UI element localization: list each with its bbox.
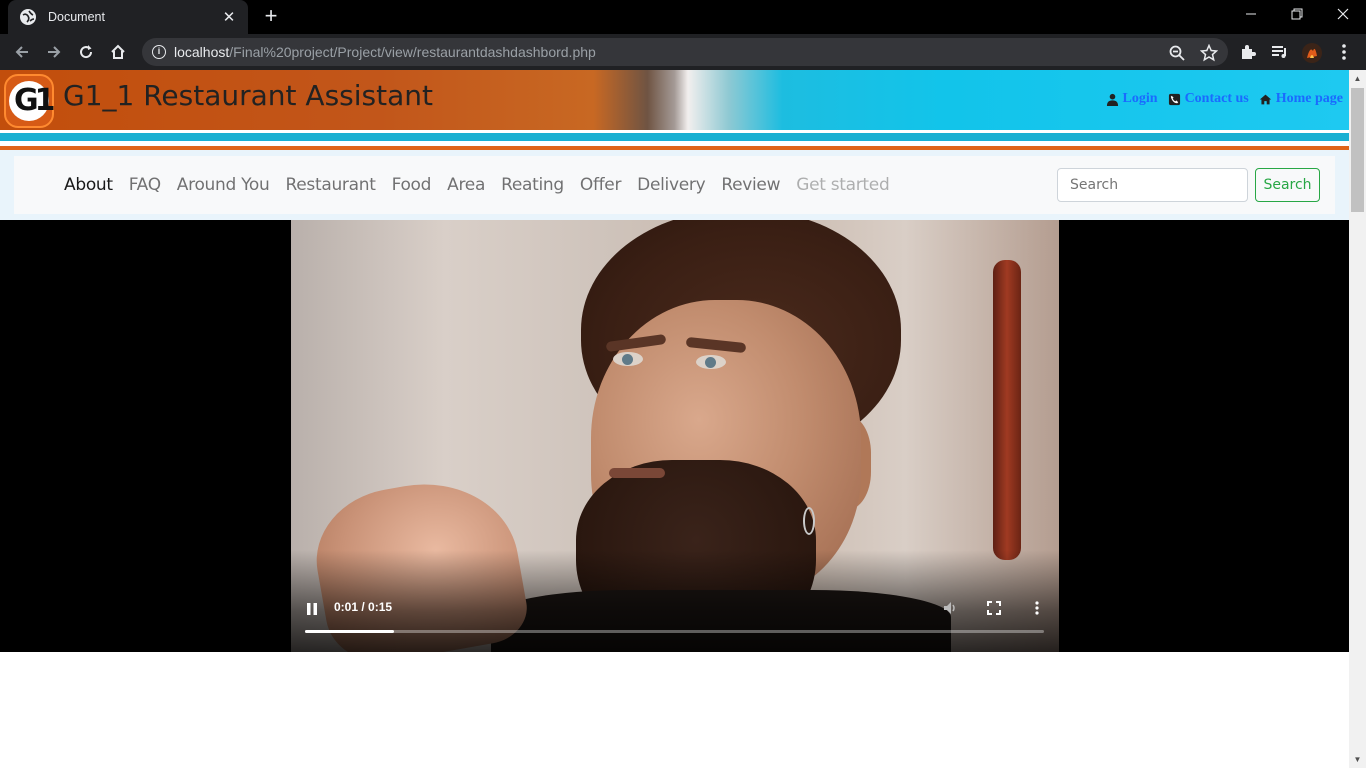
nav-item-get-started: Get started bbox=[796, 175, 890, 195]
nav-item-food[interactable]: Food bbox=[392, 175, 432, 195]
main-navbar: About FAQ Around You Restaurant Food Are… bbox=[14, 156, 1335, 214]
navbar-wrapper: About FAQ Around You Restaurant Food Are… bbox=[0, 150, 1349, 220]
browser-tabbar: Document ✕ + bbox=[0, 0, 1366, 34]
pause-icon[interactable] bbox=[302, 599, 322, 619]
volume-icon[interactable] bbox=[940, 598, 960, 618]
forward-icon[interactable] bbox=[41, 39, 67, 65]
minimize-icon[interactable] bbox=[1238, 4, 1264, 26]
browser-toolbar: i localhost /Final%20project/Project/vie… bbox=[0, 34, 1366, 70]
logo-text: G1 bbox=[14, 83, 55, 118]
address-bar[interactable]: i localhost /Final%20project/Project/vie… bbox=[142, 38, 1228, 66]
user-icon bbox=[1106, 93, 1118, 106]
browser-menu-icon[interactable] bbox=[1336, 42, 1358, 64]
nav-item-faq[interactable]: FAQ bbox=[129, 175, 161, 195]
video-more-options-icon[interactable] bbox=[1027, 598, 1047, 618]
nav-item-area[interactable]: Area bbox=[447, 175, 485, 195]
phone-icon bbox=[1168, 93, 1180, 105]
tab-title: Document bbox=[48, 10, 105, 24]
extensions-icon[interactable] bbox=[1238, 42, 1260, 64]
search-input[interactable] bbox=[1057, 168, 1248, 202]
nav-menu: About FAQ Around You Restaurant Food Are… bbox=[64, 175, 905, 195]
contact-link-label: Contact us bbox=[1184, 91, 1249, 106]
nav-item-review[interactable]: Review bbox=[721, 175, 780, 195]
video-player[interactable]: 0:01 / 0:15 bbox=[291, 220, 1059, 652]
header-divider bbox=[0, 141, 1349, 144]
nav-item-delivery[interactable]: Delivery bbox=[637, 175, 705, 195]
header-divider bbox=[0, 133, 1349, 141]
home-page-link-label: Home page bbox=[1275, 91, 1343, 106]
search-button[interactable]: Search bbox=[1255, 168, 1320, 202]
video-container: 0:01 / 0:15 bbox=[0, 220, 1349, 652]
header-links: Login Contact us Home page bbox=[1106, 91, 1343, 107]
url-path: /Final%20project/Project/view/restaurant… bbox=[229, 44, 596, 60]
login-link[interactable]: Login bbox=[1106, 91, 1158, 107]
new-tab-button[interactable]: + bbox=[260, 5, 282, 28]
video-progress-fill bbox=[305, 630, 394, 633]
nav-item-around-you[interactable]: Around You bbox=[177, 175, 270, 195]
profile-avatar[interactable] bbox=[1301, 42, 1323, 64]
close-window-icon[interactable] bbox=[1330, 4, 1356, 26]
page-scrollbar[interactable]: ▲ ▼ bbox=[1349, 70, 1366, 768]
nav-item-offer[interactable]: Offer bbox=[580, 175, 622, 195]
video-progress-bar[interactable] bbox=[305, 630, 1044, 633]
site-info-icon[interactable]: i bbox=[152, 45, 166, 59]
site-header-banner: G1 G1_1 Restaurant Assistant Login Conta… bbox=[0, 70, 1349, 130]
globe-icon bbox=[20, 9, 36, 25]
video-time: 0:01 / 0:15 bbox=[334, 600, 393, 614]
nav-item-about[interactable]: About bbox=[64, 175, 113, 195]
contact-link[interactable]: Contact us bbox=[1168, 91, 1249, 107]
site-logo[interactable]: G1 bbox=[4, 74, 55, 128]
video-frame-background bbox=[993, 260, 1021, 560]
zoom-icon[interactable] bbox=[1168, 44, 1186, 62]
site-title: G1_1 Restaurant Assistant bbox=[63, 79, 433, 112]
fullscreen-icon[interactable] bbox=[984, 598, 1004, 618]
restore-icon[interactable] bbox=[1284, 4, 1310, 26]
reload-icon[interactable] bbox=[73, 39, 99, 65]
login-link-label: Login bbox=[1122, 91, 1158, 106]
media-queue-icon[interactable] bbox=[1270, 42, 1292, 64]
house-icon bbox=[1259, 94, 1271, 104]
tab-close-icon[interactable]: ✕ bbox=[220, 8, 238, 26]
scroll-up-arrow-icon[interactable]: ▲ bbox=[1349, 70, 1366, 87]
home-icon[interactable] bbox=[105, 39, 131, 65]
bookmark-star-icon[interactable] bbox=[1199, 43, 1219, 62]
browser-tab[interactable]: Document ✕ bbox=[8, 0, 248, 34]
url-host: localhost bbox=[174, 44, 230, 60]
nav-item-reating[interactable]: Reating bbox=[501, 175, 564, 195]
scroll-thumb[interactable] bbox=[1351, 88, 1364, 212]
page-content: G1 G1_1 Restaurant Assistant Login Conta… bbox=[0, 70, 1349, 768]
home-page-link[interactable]: Home page bbox=[1259, 91, 1343, 107]
back-icon[interactable] bbox=[9, 39, 35, 65]
nav-item-restaurant[interactable]: Restaurant bbox=[286, 175, 376, 195]
scroll-down-arrow-icon[interactable]: ▼ bbox=[1349, 751, 1366, 768]
